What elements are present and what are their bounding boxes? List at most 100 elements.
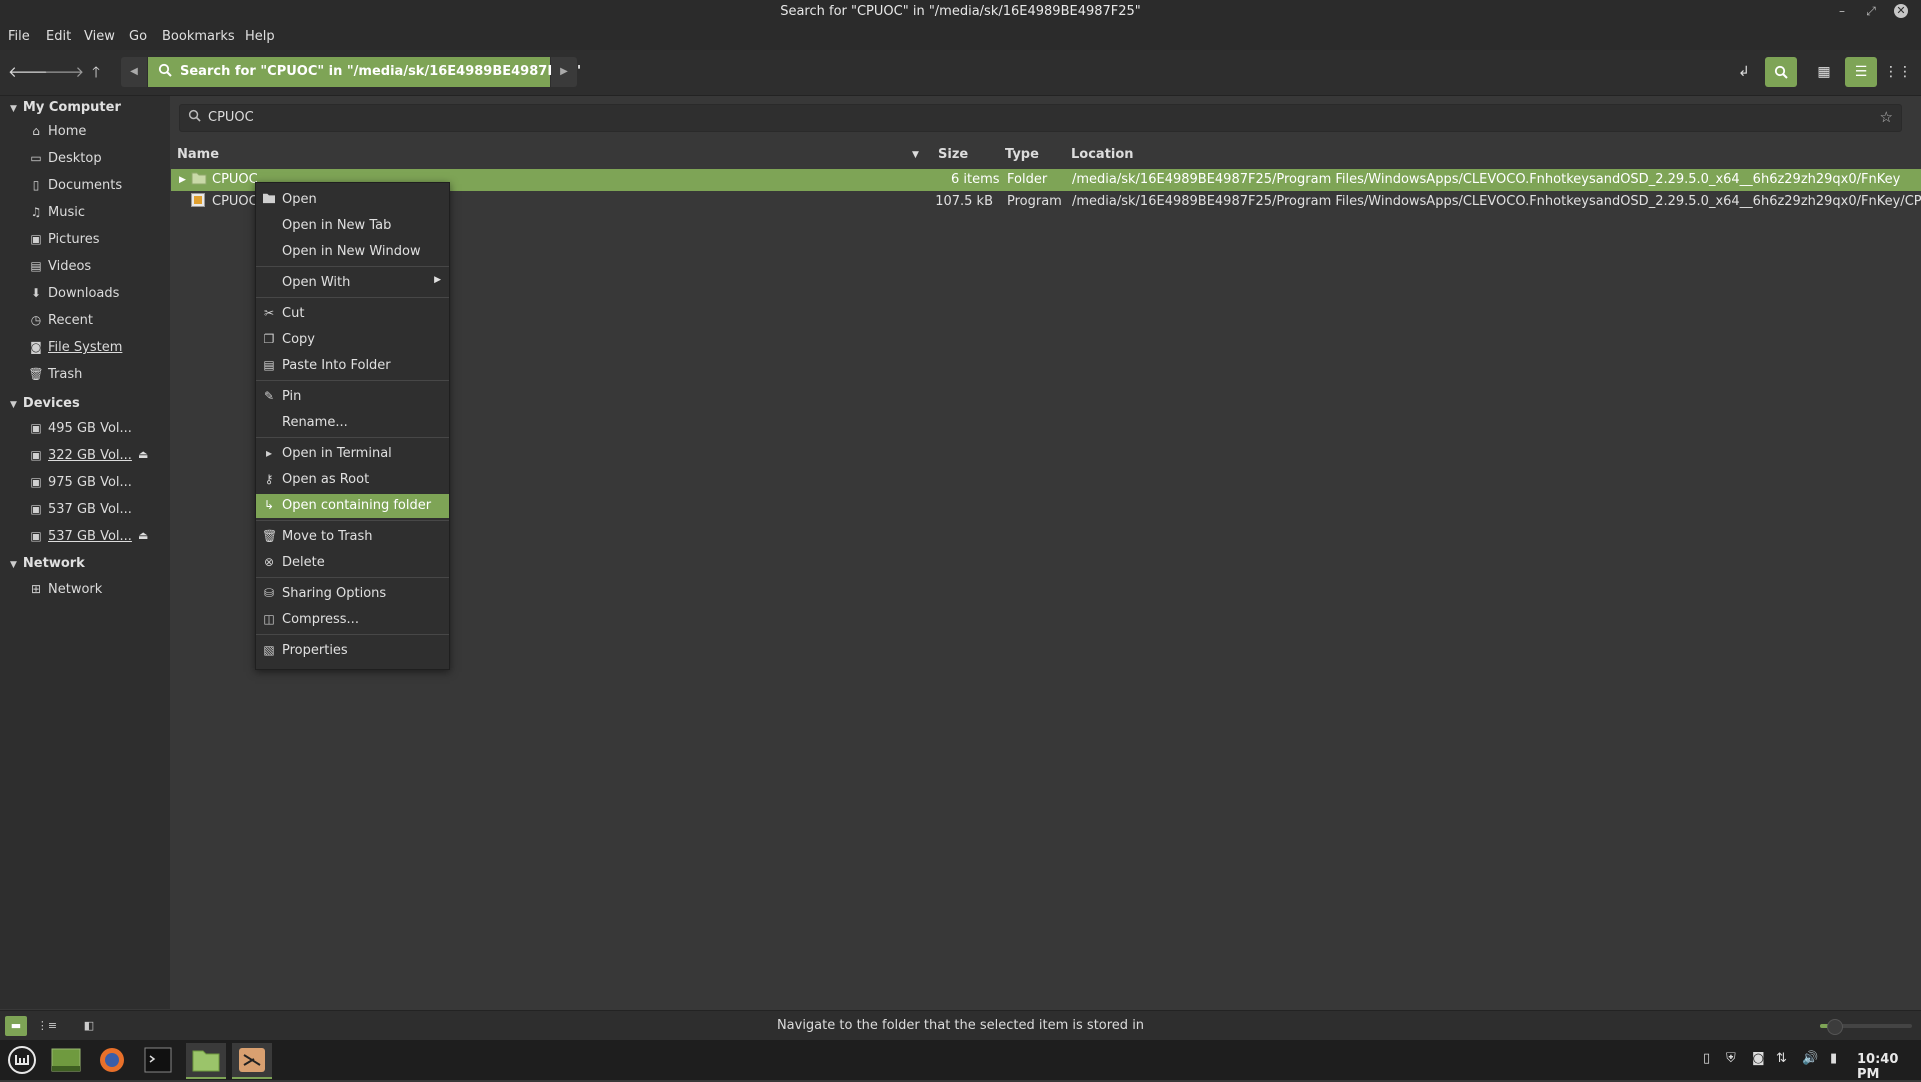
file-type: Program [1007, 194, 1062, 209]
back-button[interactable]: 🡐 [8, 58, 48, 86]
menu-separator [256, 520, 449, 521]
menu-item-compress[interactable]: ◫ Compress... [256, 608, 449, 632]
menu-item-open-as-root[interactable]: ⚷ Open as Root [256, 468, 449, 492]
search-input[interactable]: CPUOC [208, 110, 254, 125]
network-tray-icon[interactable]: ⇅ [1776, 1051, 1787, 1066]
update-icon[interactable]: ◙ [1752, 1051, 1765, 1066]
files-taskbar-button[interactable] [186, 1043, 226, 1079]
icon-view-button[interactable]: ▦ [1808, 57, 1840, 87]
app-icon [238, 1048, 266, 1072]
menu-item-rename[interactable]: Rename... [256, 411, 449, 435]
sidebar-item-music[interactable]: ♫ Music [28, 205, 168, 227]
eject-icon[interactable]: ⏏ [138, 529, 148, 542]
menu-item-open-in-new-window[interactable]: Open in New Window [256, 240, 449, 264]
menu-item-cut[interactable]: ✂ Cut [256, 302, 449, 326]
menu-item-pin[interactable]: ✎ Pin [256, 385, 449, 409]
column-location[interactable]: Location [1071, 147, 1134, 162]
clock[interactable]: 10:40 PM [1857, 1052, 1921, 1082]
sidebar-item-downloads[interactable]: ⬇ Downloads [28, 286, 168, 308]
drive-icon: ▣ [30, 475, 42, 489]
sidebar-item-desktop[interactable]: ▭ Desktop [28, 151, 168, 173]
search-toggle-button[interactable] [1765, 57, 1797, 87]
menu-view[interactable]: View [84, 29, 115, 44]
share-icon: ⛁ [263, 586, 275, 600]
sidebar-item-volume-3[interactable]: ▣ 975 GB Vol... [28, 475, 168, 497]
up-button[interactable]: 🡑 [82, 58, 110, 86]
zoom-slider-handle[interactable] [1826, 1019, 1843, 1035]
mint-menu-button[interactable] [2, 1043, 42, 1077]
location-entry-icon: ↲ [1738, 64, 1750, 80]
firefox-launcher[interactable] [92, 1043, 132, 1077]
sidebar-item-videos[interactable]: ▤ Videos [28, 259, 168, 281]
menu-item-open-containing-folder[interactable]: ↳ Open containing folder [256, 494, 449, 518]
column-type[interactable]: Type [1005, 147, 1039, 162]
sidebar-item-trash[interactable]: 🗑 Trash [28, 367, 168, 389]
desktop-icon [51, 1048, 81, 1072]
sidebar-item-volume-1[interactable]: ▣ 495 GB Vol... [28, 421, 168, 443]
menu-go[interactable]: Go [129, 29, 147, 44]
menu-item-paste-into-folder[interactable]: ▤ Paste Into Folder [256, 354, 449, 378]
path-bar-button[interactable]: Search for "CPUOC" in "/media/sk/16E4989… [148, 57, 581, 87]
menu-edit[interactable]: Edit [46, 29, 71, 44]
sidebar-item-volume-5[interactable]: ▣ 537 GB Vol... ⏏ [28, 529, 168, 551]
column-name[interactable]: Name [177, 147, 219, 162]
menu-item-properties[interactable]: ▧ Properties [256, 639, 449, 663]
toolbar: 🡐 🡒 🡑 ◀ Search for "CPUOC" in "/media/sk… [0, 50, 1921, 96]
sidebar-section-my-computer[interactable]: ▼ My Computer [10, 100, 121, 115]
minimize-button[interactable]: – [1833, 2, 1851, 20]
app-taskbar-button[interactable] [232, 1043, 272, 1079]
terminal-launcher[interactable] [138, 1043, 178, 1077]
compact-view-button[interactable]: ⋮⋮ [1882, 57, 1914, 87]
drive-icon: ▣ [30, 529, 42, 543]
menu-bookmarks[interactable]: Bookmarks [162, 29, 235, 44]
path-scroll-left-button[interactable]: ◀ [121, 57, 147, 87]
sidebar-item-home[interactable]: ⌂ Home [28, 124, 168, 146]
menu-separator [256, 297, 449, 298]
sidebar-section-network[interactable]: ▼ Network [10, 556, 85, 571]
eject-icon[interactable]: ⏏ [138, 448, 148, 461]
forward-button[interactable]: 🡒 [44, 58, 84, 86]
path-scroll-right-button[interactable]: ▶ [551, 57, 577, 87]
menu-item-sharing-options[interactable]: ⛁ Sharing Options [256, 582, 449, 606]
sort-descending-icon[interactable]: ▼ [912, 150, 919, 160]
star-icon[interactable]: ☆ [1880, 108, 1893, 126]
list-view-button[interactable]: ☰ [1845, 57, 1877, 87]
folder-icon [191, 171, 207, 189]
recent-icon: ◷ [30, 313, 42, 327]
terminal-icon: ▸ [265, 446, 273, 460]
zoom-slider[interactable] [1820, 1019, 1912, 1035]
menu-item-open-in-new-tab[interactable]: Open in New Tab [256, 214, 449, 238]
maximize-button[interactable]: ⤢ [1862, 2, 1880, 20]
menu-item-open[interactable]: Open [256, 188, 449, 212]
menu-item-open-in-terminal[interactable]: ▸ Open in Terminal [256, 442, 449, 466]
sidebar-item-volume-2[interactable]: ▣ 322 GB Vol... ⏏ [28, 448, 168, 470]
search-bar[interactable]: CPUOC ☆ [179, 104, 1902, 132]
menu-item-open-with[interactable]: Open With ▶ [256, 271, 449, 295]
volume-icon[interactable]: 🔊 [1802, 1051, 1818, 1066]
expander-right-icon[interactable]: ▶ [179, 175, 186, 185]
sidebar-item-pictures[interactable]: ▣ Pictures [28, 232, 168, 254]
clipboard-icon[interactable]: ▯ [1703, 1051, 1710, 1066]
sidebar-section-devices[interactable]: ▼ Devices [10, 396, 80, 411]
menu-item-copy[interactable]: ❐ Copy [256, 328, 449, 352]
shield-icon[interactable]: ⛨ [1726, 1051, 1736, 1066]
menu-separator [256, 437, 449, 438]
videos-icon: ▤ [30, 259, 42, 273]
sidebar-item-network[interactable]: ⊞ Network [28, 582, 168, 604]
sidebar-item-recent[interactable]: ◷ Recent [28, 313, 168, 335]
pictures-icon: ▣ [30, 232, 42, 246]
network-icon: ⊞ [30, 582, 42, 596]
battery-icon[interactable]: ▮ [1830, 1051, 1837, 1066]
sidebar-item-file-system[interactable]: ◙ File System [28, 340, 168, 362]
menu-help[interactable]: Help [245, 29, 275, 44]
menu-item-move-to-trash[interactable]: 🗑 Move to Trash [256, 525, 449, 549]
show-desktop-button[interactable] [46, 1043, 86, 1077]
sidebar-item-documents[interactable]: ▯ Documents [28, 178, 168, 200]
toggle-location-button[interactable]: ↲ [1728, 57, 1760, 87]
column-size[interactable]: Size [938, 147, 968, 162]
close-button[interactable]: ✕ [1894, 4, 1908, 18]
menu-file[interactable]: File [8, 29, 30, 44]
menu-item-delete[interactable]: ⊗ Delete [256, 551, 449, 575]
music-icon: ♫ [30, 205, 42, 219]
sidebar-item-volume-4[interactable]: ▣ 537 GB Vol... [28, 502, 168, 524]
